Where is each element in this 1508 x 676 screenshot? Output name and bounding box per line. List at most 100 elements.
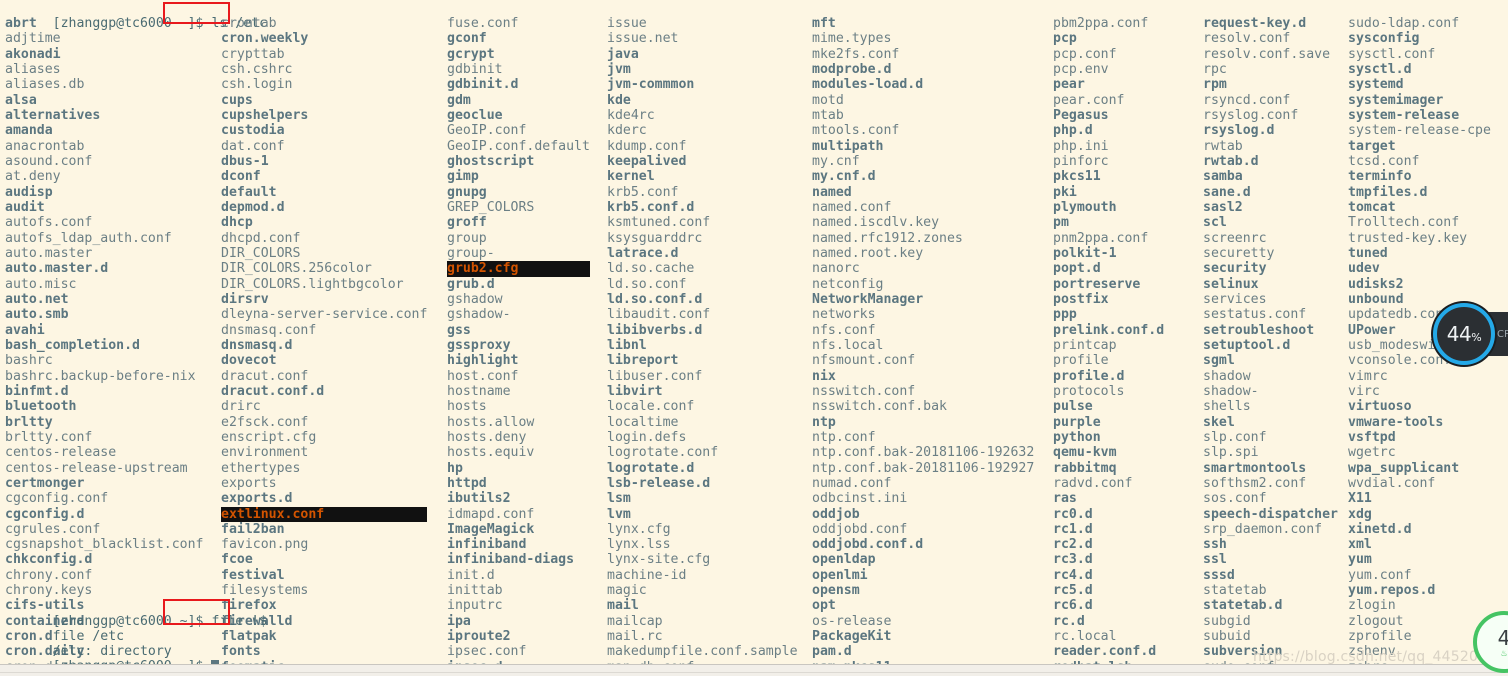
file-entry: chrony.conf [5,567,93,583]
file-entry: festival [221,567,285,583]
file-entry: highlight [447,353,519,369]
cpu-usage-gauge[interactable]: 44% [1433,303,1495,365]
file-entry: reader.conf.d [1053,644,1157,660]
file-entry: nanorc [812,261,860,277]
file-entry: ssl [1203,552,1227,568]
file-entry: gss [447,322,471,338]
file-column: issue issue.net java jvm jvm-commmon kde kde4r… [607,16,798,676]
file-entry: certmonger [5,475,85,491]
file-entry: asound.conf [5,153,93,169]
file-entry: virtuoso [1348,399,1412,415]
file-entry: kderc [607,123,647,139]
file-entry: libnl [607,337,647,353]
file-entry: rpm [1203,77,1227,93]
file-entry: lsb-release.d [607,475,711,491]
file-entry: dovecot [221,353,277,369]
file-entry: ibutils2 [447,491,511,507]
file-entry: centos-release-upstream [5,460,188,476]
file-entry: plymouth [1053,199,1117,215]
file-entry: subuid [1203,629,1251,645]
file-entry: cgsnapshot_blacklist.conf [5,537,204,553]
file-entry: gcrypt [447,46,495,62]
file-entry: crypttab [221,46,285,62]
file-entry: hosts [447,399,487,415]
file-entry: wvdial.conf [1348,475,1436,491]
command-file-bang-dollar[interactable]: file !$ [211,614,267,629]
file-entry: chrony.keys [5,583,93,599]
file-entry: shadow [1203,368,1251,384]
file-entry: rsyslog.conf [1203,107,1299,123]
file-entry: openldap [812,552,876,568]
file-entry: sane.d [1203,184,1251,200]
file-entry: xinetd.d [1348,521,1412,537]
file-entry: inittab [447,583,503,599]
file-entry: sysctl.d [1348,61,1412,77]
file-entry: mail [607,598,639,614]
file-entry: rc.local [1053,629,1117,645]
file-entry: at.deny [5,169,61,185]
file-entry: DIR_COLORS.lightbgcolor [221,276,404,292]
file-entry: gshadow- [447,307,511,323]
file-entry: rc4.d [1053,567,1093,583]
file-entry: system-release-cpe [1348,123,1491,139]
file-entry: selinux [1203,276,1259,292]
file-entry: ld.so.conf [607,276,687,292]
file-entry: hosts.equiv [447,445,535,461]
file-entry: nfsmount.conf [812,353,916,369]
file-entry: samba [1203,169,1243,185]
file-entry: popt.d [1053,261,1101,277]
file-entry: GeoIP.conf.default [447,138,590,154]
file-entry: yum.conf [1348,567,1412,583]
file-entry: pkcs11 [1053,169,1101,185]
file-entry: polkit-1 [1053,245,1117,261]
file-entry: keepalived [607,153,687,169]
thermometer-icon: ♨ [1500,648,1508,659]
terminal-window[interactable]: [zhanggp@tc6000 ~]$ [zhanggp@tc6000 ~]$ … [0,0,1508,676]
file-entry: grub2.cfg [447,261,590,277]
file-entry: vimrc [1348,368,1388,384]
file-entry: autofs.conf [5,215,93,231]
file-entry: dbus-1 [221,153,269,169]
file-entry: numad.conf [812,475,892,491]
file-entry: alsa [5,92,37,108]
file-entry: avahi [5,322,45,338]
file-entry: nfs.conf [812,322,876,338]
file-entry: unbound [1348,291,1404,307]
file-entry: abrt [5,16,37,31]
file-entry: exports [221,475,277,491]
file-entry: php.d [1053,123,1093,139]
file-entry: gssproxy [447,337,511,353]
file-entry: csh.login [221,77,293,93]
file-entry: rwtab.d [1203,153,1259,169]
file-entry: group [447,230,487,246]
file-entry: prelink.conf.d [1053,322,1165,338]
file-entry: rwtab [1203,138,1243,154]
file-entry: java [607,46,639,62]
file-entry: auto.master.d [5,261,109,277]
file-entry: slp.spi [1203,445,1259,461]
file-entry: oddjobd.conf [812,521,908,537]
file-entry: speech-dispatcher [1203,506,1338,522]
file-entry: cron.weekly [221,31,309,47]
file-entry: pcp [1053,31,1077,47]
temperature-value: 4 [1497,626,1508,650]
file-entry: my.cnf.d [812,169,876,185]
file-entry: udisks2 [1348,276,1404,292]
file-entry: pm [1053,215,1069,231]
file-entry: alternatives [5,107,101,123]
file-entry: opt [812,598,836,614]
file-entry: audisp [5,184,53,200]
file-entry: terminfo [1348,169,1412,185]
file-entry: mail.rc [607,629,663,645]
file-entry: named [812,184,852,200]
file-entry: inputrc [447,598,503,614]
file-entry: oddjobd.conf.d [812,537,924,553]
file-entry: pbm2ppa.conf [1053,16,1149,31]
file-entry: profile [1053,353,1109,369]
file-entry: ld.so.conf.d [607,291,703,307]
file-entry: ntp.conf [812,429,876,445]
window-bottom-edge [0,664,1508,676]
file-entry: logrotate.d [607,460,695,476]
file-entry: my.cnf [812,153,860,169]
file-entry: protocols [1053,383,1125,399]
